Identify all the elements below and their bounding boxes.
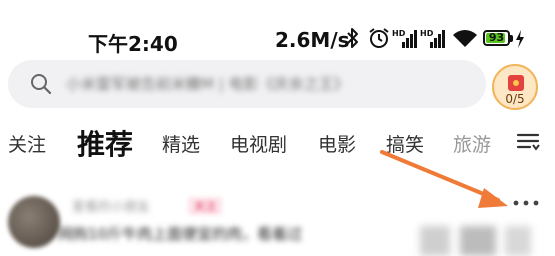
battery-level: 93: [488, 31, 505, 44]
status-time: 下午2:40: [88, 32, 178, 56]
network-speed: 2.6M/s: [275, 28, 350, 52]
svg-text:HD: HD: [420, 29, 434, 38]
alarm-icon: [369, 28, 389, 48]
tab-tv-series[interactable]: 电视剧: [230, 130, 287, 157]
author-name[interactable]: 爱看的小朋友: [72, 196, 150, 215]
charging-icon: [516, 30, 524, 48]
search-input[interactable]: [66, 60, 466, 108]
search-icon: [31, 74, 52, 95]
wifi-icon: [453, 30, 477, 47]
author-avatar[interactable]: [8, 196, 60, 248]
author-badge: 关注: [188, 197, 222, 215]
status-bar: 下午2:40 2.6M/s HD HD 93: [0, 0, 555, 60]
search-bar[interactable]: [8, 60, 486, 108]
tab-featured[interactable]: 精选: [162, 130, 200, 157]
bluetooth-icon: [347, 28, 358, 48]
tab-movies[interactable]: 电影: [318, 130, 356, 157]
feed-title[interactable]: 网购10斤牛肉上面便宜的肉，看着过: [58, 223, 302, 244]
hd-signal-icon: HD: [420, 29, 445, 48]
blurred-thumbnail: [460, 226, 496, 256]
hd-signal-icon: HD: [392, 29, 417, 48]
svg-text:HD: HD: [392, 29, 406, 38]
more-options-icon[interactable]: [510, 196, 542, 210]
tab-recommend[interactable]: 推荐: [77, 123, 133, 163]
tab-follow[interactable]: 关注: [8, 130, 46, 157]
blurred-thumbnail: [420, 226, 450, 256]
battery-icon: 93: [483, 30, 510, 46]
red-envelope-icon: [508, 75, 524, 91]
blurred-thumbnail: [505, 226, 531, 256]
task-reward-button[interactable]: 0/5: [492, 64, 538, 110]
task-progress: 0/5: [505, 92, 525, 106]
battery-nub: [510, 35, 513, 42]
menu-icon[interactable]: [516, 130, 540, 152]
annotation-arrow: [380, 150, 508, 208]
